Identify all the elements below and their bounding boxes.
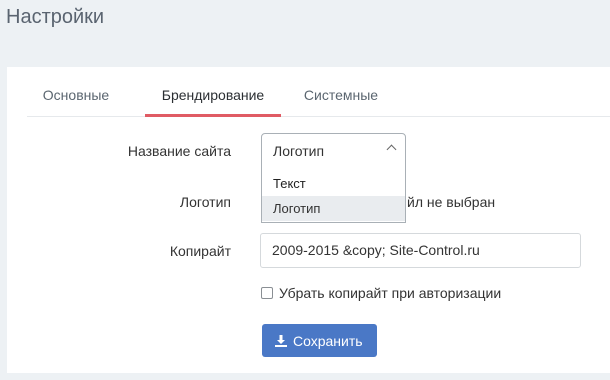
- tab-general[interactable]: Основные: [41, 87, 111, 117]
- dropdown-option-logo[interactable]: Логотип: [262, 196, 405, 221]
- tab-branding[interactable]: Брендирование: [145, 87, 281, 117]
- tab-system[interactable]: Системные: [293, 87, 389, 117]
- site-name-select[interactable]: Логотип: [261, 133, 406, 169]
- dropdown-option-text[interactable]: Текст: [262, 171, 405, 196]
- logo-file-status: йл не выбран: [407, 194, 496, 210]
- chevron-up-icon: [386, 144, 397, 155]
- tab-bar: Основные Брендирование Системные: [27, 67, 610, 117]
- hide-copyright-checkbox[interactable]: [261, 287, 273, 299]
- page-title: Настройки: [6, 6, 105, 28]
- save-button[interactable]: Сохранить: [262, 324, 377, 357]
- download-icon: [275, 334, 287, 347]
- save-button-label: Сохранить: [293, 332, 363, 349]
- settings-panel: Основные Брендирование Системные Названи…: [7, 67, 610, 373]
- copyright-label: Копирайт: [169, 243, 231, 259]
- copyright-input[interactable]: 2009-2015 &copy; Site-Control.ru: [260, 233, 581, 268]
- hide-copyright-label[interactable]: Убрать копирайт при авторизации: [279, 285, 501, 301]
- site-name-dropdown: Текст Логотип: [261, 168, 406, 223]
- site-name-label: Название сайта: [127, 143, 231, 159]
- logo-label: Логотип: [179, 194, 231, 210]
- site-name-select-value: Логотип: [273, 143, 325, 159]
- active-tab-indicator: [145, 114, 281, 117]
